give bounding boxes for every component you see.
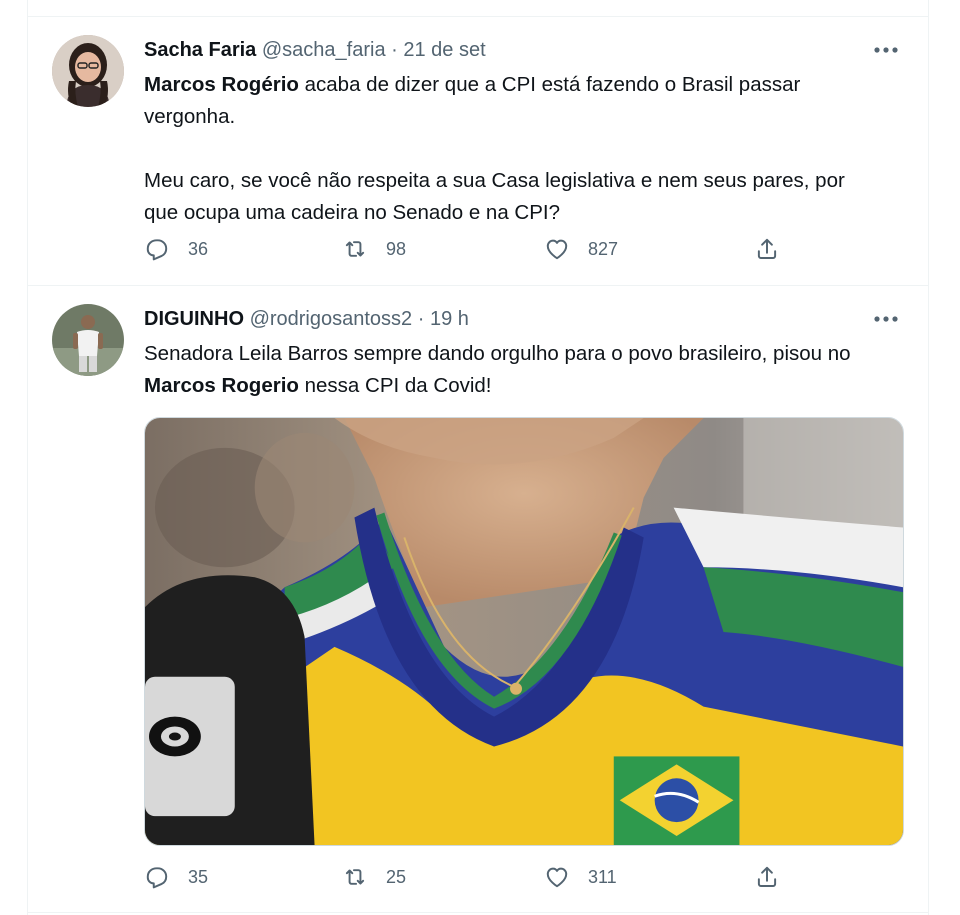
share-button[interactable] xyxy=(754,236,780,262)
tweet-text-end: nessa CPI da Covid! xyxy=(298,374,492,397)
user-handle[interactable]: @sacha_faria xyxy=(262,39,386,61)
reply-icon xyxy=(146,867,168,889)
avatar[interactable] xyxy=(52,304,124,376)
retweet-count: 98 xyxy=(386,238,407,259)
heart-icon xyxy=(546,239,568,260)
timestamp[interactable]: 19 h xyxy=(430,308,469,330)
like-count: 311 xyxy=(588,866,617,887)
tweet-header: DIGUINHO @rodrigosantoss2 · 19 h xyxy=(144,306,469,332)
reply-button[interactable]: 36 xyxy=(144,236,208,262)
share-icon xyxy=(757,238,777,259)
display-name[interactable]: Sacha Faria xyxy=(144,39,256,61)
user-handle[interactable]: @rodrigosantoss2 xyxy=(250,308,413,330)
tweet-header: Sacha Faria @sacha_faria · 21 de set xyxy=(144,37,486,63)
tweet[interactable]: DIGUINHO @rodrigosantoss2 · 19 h Senador… xyxy=(28,286,928,913)
separator-dot: · xyxy=(391,39,398,61)
tweet-text-paragraph: Meu caro, se você não respeita a sua Cas… xyxy=(144,169,845,224)
more-horizontal-icon xyxy=(874,47,898,53)
heart-icon xyxy=(546,867,568,888)
timeline-feed: Sacha Faria @sacha_faria · 21 de set Mar… xyxy=(27,0,929,915)
avatar-image xyxy=(52,35,124,107)
timestamp[interactable]: 21 de set xyxy=(403,39,485,61)
more-horizontal-icon xyxy=(874,316,898,322)
separator-dot: · xyxy=(417,308,425,330)
tweet-actions: 35 25 311 xyxy=(144,864,804,894)
tweet-photo[interactable] xyxy=(144,417,904,846)
mention-bold: Marcos Rogério xyxy=(144,73,299,96)
more-options-button[interactable] xyxy=(868,35,904,65)
like-count: 827 xyxy=(588,238,619,259)
share-button[interactable] xyxy=(754,864,780,890)
retweet-button[interactable]: 98 xyxy=(342,236,406,262)
retweet-button[interactable]: 25 xyxy=(342,864,406,890)
like-button[interactable]: 311 xyxy=(544,864,617,890)
reply-count: 36 xyxy=(188,238,209,259)
tweet[interactable]: Sacha Faria @sacha_faria · 21 de set Mar… xyxy=(28,17,928,286)
like-button[interactable]: 827 xyxy=(544,236,618,262)
display-name[interactable]: DIGUINHO xyxy=(144,308,244,330)
avatar[interactable] xyxy=(52,35,124,107)
tweet-text: Marcos Rogério acaba de dizer que a CPI … xyxy=(144,69,884,229)
retweet-count: 25 xyxy=(386,866,407,887)
mention-bold: Marcos Rogerio xyxy=(144,374,299,397)
more-options-button[interactable] xyxy=(868,304,904,334)
retweet-icon xyxy=(345,869,365,885)
share-icon xyxy=(757,866,777,887)
avatar-image xyxy=(52,304,124,376)
reply-count: 35 xyxy=(188,866,209,887)
photo-athlete-brazil-jersey xyxy=(145,418,903,845)
tweet-text-start: Senadora Leila Barros sempre dando orgul… xyxy=(144,342,851,365)
retweet-icon xyxy=(345,241,365,257)
reply-icon xyxy=(146,239,168,261)
tweet-text: Senadora Leila Barros sempre dando orgul… xyxy=(144,338,884,402)
reply-button[interactable]: 35 xyxy=(144,864,208,890)
tweet-actions: 36 98 827 xyxy=(144,236,804,266)
